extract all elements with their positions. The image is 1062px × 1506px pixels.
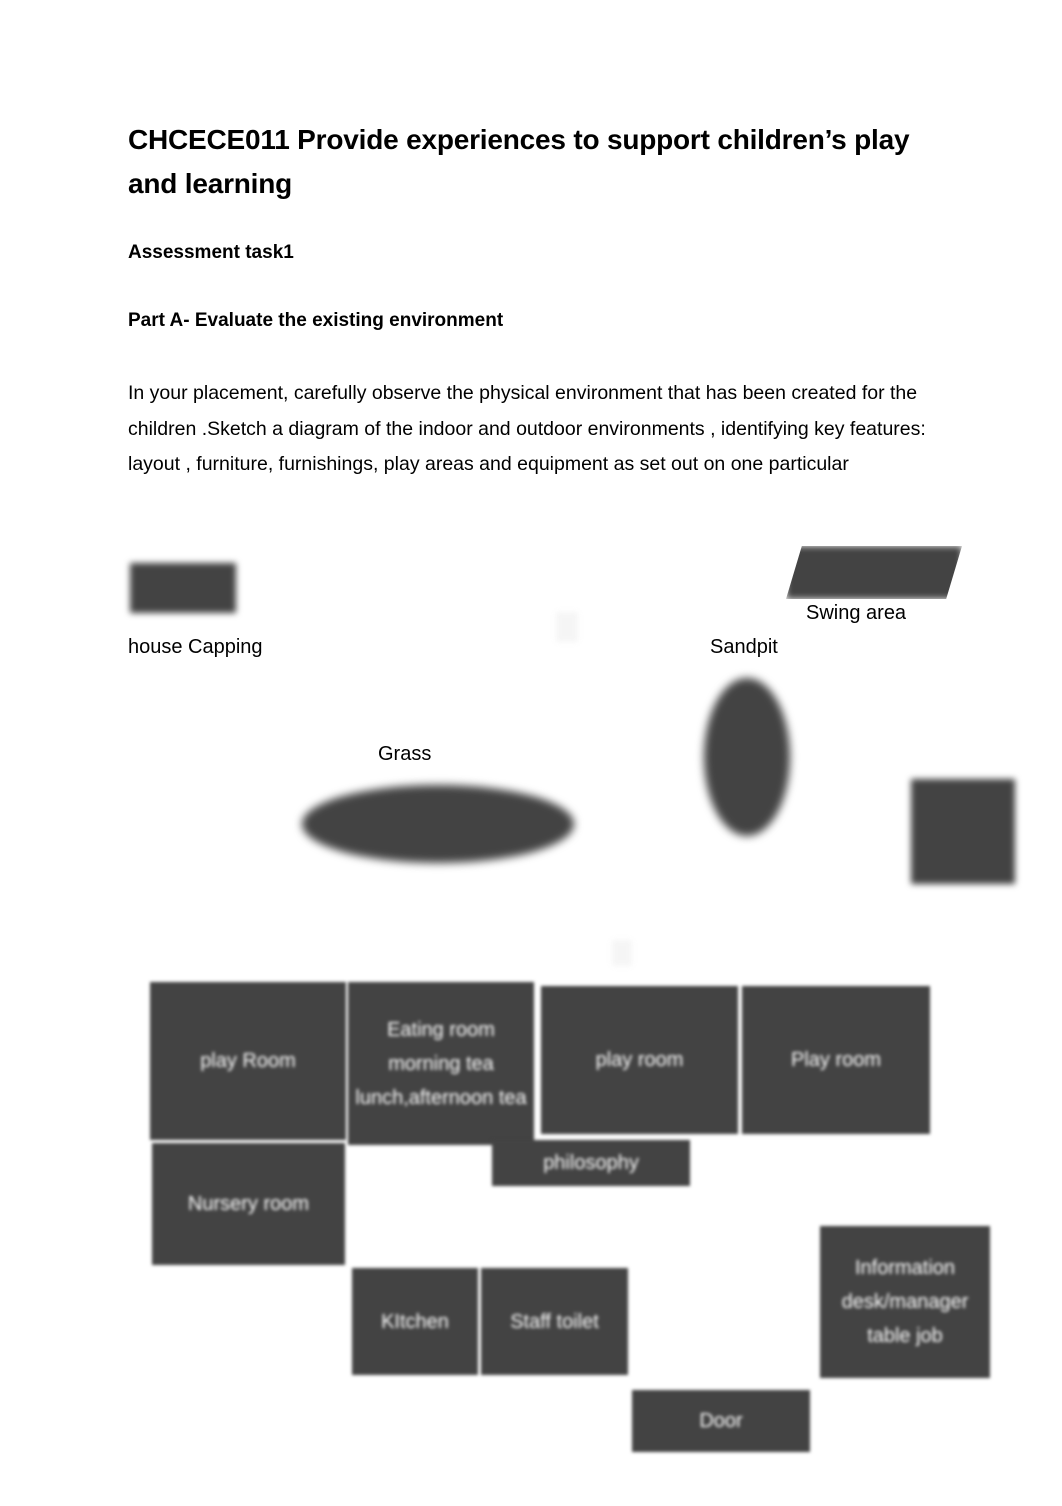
room-play-room-1[interactable]: play Room bbox=[150, 982, 346, 1140]
faint-mark-upper bbox=[556, 612, 578, 642]
grass-shape bbox=[302, 785, 574, 863]
room-label: play room bbox=[595, 1049, 684, 1071]
page-title: CHCECE011 Provide experiences to support… bbox=[128, 124, 910, 199]
room-label: philosophy bbox=[543, 1152, 639, 1174]
swing-area-shape bbox=[786, 546, 962, 599]
room-nursery-room[interactable]: Nursery room bbox=[152, 1143, 345, 1265]
faint-mark-lower bbox=[612, 940, 632, 966]
label-sandpit: Sandpit bbox=[710, 636, 778, 658]
room-label: Information desk/manager table job bbox=[841, 1257, 969, 1347]
room-play-room-3[interactable]: Play room bbox=[742, 986, 930, 1134]
label-swing-area: Swing area bbox=[806, 602, 907, 624]
room-play-room-2[interactable]: play room bbox=[541, 986, 738, 1134]
assessment-heading: Assessment task1 bbox=[128, 242, 294, 263]
room-eating-room[interactable]: Eating room morning tea lunch,afternoon … bbox=[348, 982, 534, 1145]
outdoor-square-shape bbox=[911, 779, 1015, 884]
room-information-desk[interactable]: Information desk/manager table job bbox=[820, 1226, 990, 1378]
assessment-spacer bbox=[128, 266, 928, 308]
part-spacer bbox=[128, 334, 928, 376]
instruction-paragraph: In your placement, carefully observe the… bbox=[128, 382, 926, 475]
room-label: Staff toilet bbox=[510, 1310, 599, 1333]
room-label: Door bbox=[699, 1410, 743, 1432]
house-capping-shape bbox=[130, 563, 236, 613]
room-label: Eating room morning tea lunch,afternoon … bbox=[355, 1018, 527, 1109]
room-staff-toilet[interactable]: Staff toilet bbox=[481, 1268, 628, 1375]
room-label: Nursery room bbox=[187, 1193, 310, 1215]
room-door[interactable]: Door bbox=[632, 1390, 810, 1452]
room-label: Play room bbox=[790, 1049, 882, 1071]
room-kitchen[interactable]: KItchen bbox=[352, 1268, 478, 1375]
sandpit-shape bbox=[704, 678, 790, 836]
title-spacer bbox=[128, 206, 928, 240]
room-label: play Room bbox=[200, 1050, 296, 1072]
room-philosophy[interactable]: philosophy bbox=[492, 1140, 690, 1186]
label-house-capping: house Capping bbox=[128, 636, 263, 658]
room-label: KItchen bbox=[381, 1310, 449, 1333]
label-grass: Grass bbox=[378, 743, 432, 765]
part-heading: Part A- Evaluate the existing environmen… bbox=[128, 310, 504, 331]
document-text-block: CHCECE011 Provide experiences to support… bbox=[128, 118, 928, 483]
